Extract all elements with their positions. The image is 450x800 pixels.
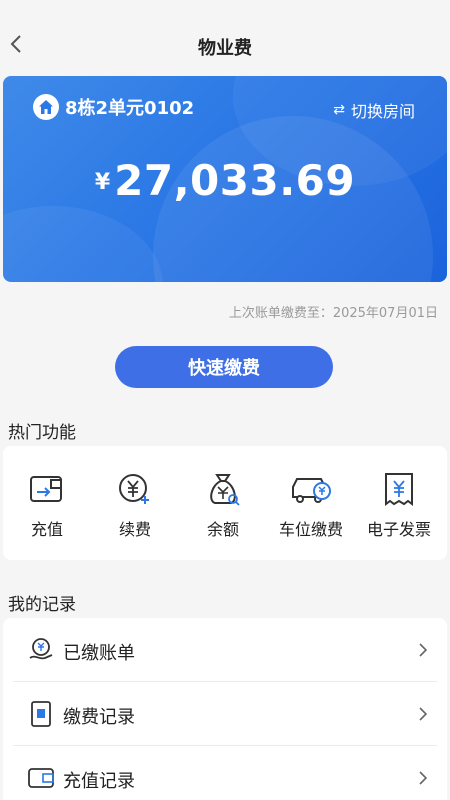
page-title: 物业费 [198, 38, 252, 59]
hot-item-label: 电子发票 [366, 520, 431, 539]
nav-bar: 物业费 [0, 0, 450, 72]
hot-item-label: 充值 [30, 520, 63, 539]
house-name: 8栋2单元0102 [65, 98, 195, 119]
balance-amount: ¥27,033.69 [3, 156, 447, 205]
hot-item-parking[interactable]: 车位缴费 [267, 446, 355, 560]
house-selector: 8栋2单元0102 [33, 94, 194, 120]
hot-item-invoice[interactable]: 电子发票 [355, 446, 443, 560]
my-records-title: 我的记录 [8, 595, 76, 615]
hot-item-label: 余额 [206, 520, 239, 539]
switch-room-button[interactable]: ⇄ 切换房间 [333, 98, 415, 122]
hot-functions-title: 热门功能 [8, 423, 76, 443]
car-yuan-icon [267, 472, 355, 506]
last-payment-info: 上次账单缴费至：2025年07月01日 [228, 306, 438, 321]
record-item-paid-bills[interactable]: 已缴账单 [13, 618, 437, 682]
swap-icon: ⇄ [333, 102, 345, 118]
wallet-icon [3, 472, 91, 506]
currency-symbol: ¥ [94, 170, 111, 195]
yuan-renew-icon [91, 472, 179, 506]
chevron-right-icon [417, 640, 429, 660]
recharge-record-icon [27, 764, 55, 792]
record-item-recharge-records[interactable]: 充值记录 [13, 746, 437, 800]
hot-item-label: 车位缴费 [278, 520, 343, 539]
record-item-payment-records[interactable]: 缴费记录 [13, 682, 437, 746]
records-panel: 已缴账单 缴费记录 充值记录 [3, 618, 447, 800]
payment-record-icon [27, 700, 55, 728]
hot-item-recharge[interactable]: 充值 [3, 446, 91, 560]
paid-bill-icon [27, 636, 55, 664]
quick-pay-button[interactable]: 快速缴费 [115, 346, 333, 388]
home-icon [33, 94, 59, 120]
switch-room-label: 切换房间 [350, 102, 415, 121]
hot-item-balance[interactable]: 余额 [179, 446, 267, 560]
record-label: 已缴账单 [63, 643, 135, 664]
chevron-right-icon [417, 768, 429, 788]
record-label: 缴费记录 [63, 707, 135, 728]
chevron-right-icon [417, 704, 429, 724]
account-card: 8栋2单元0102 ⇄ 切换房间 ¥27,033.69 [3, 76, 447, 282]
money-bag-icon [179, 472, 267, 506]
receipt-icon [355, 472, 443, 506]
card-decoration [3, 206, 163, 282]
hot-functions-panel: 充值 续费 余额 车位缴费 电子发票 [3, 446, 447, 560]
record-label: 充值记录 [63, 771, 135, 792]
hot-item-label: 续费 [118, 520, 151, 539]
hot-item-renew[interactable]: 续费 [91, 446, 179, 560]
amount-value: 27,033.69 [114, 156, 356, 205]
